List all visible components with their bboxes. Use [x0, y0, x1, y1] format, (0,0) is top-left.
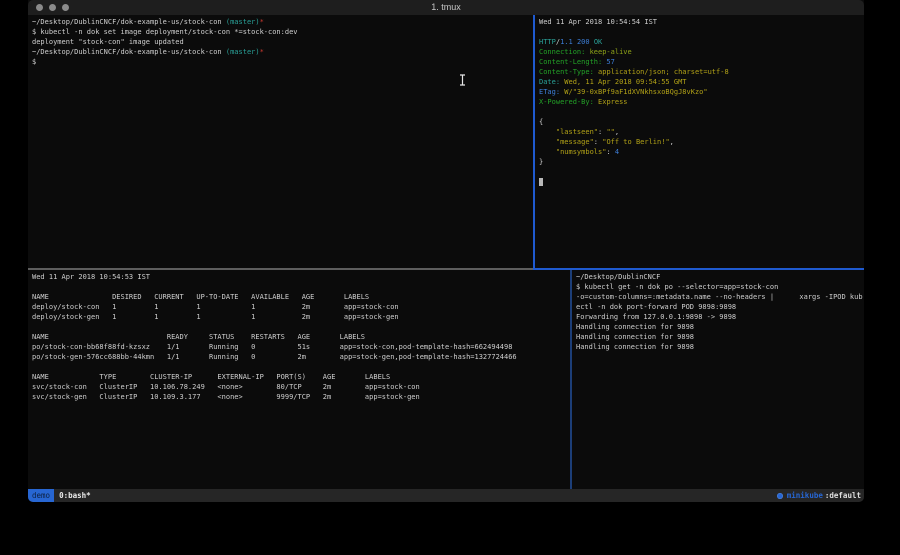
- pane-shell-top-left[interactable]: ~/Desktop/DublinCNCF/dok-example-us/stoc…: [28, 15, 533, 268]
- kubernetes-helm-icon: [777, 493, 783, 499]
- pane-port-forward[interactable]: ~/Desktop/DublinCNCF$ kubectl get -n dok…: [572, 270, 864, 489]
- terminal-window: 1. tmux ~/Desktop/DublinCNCF/dok-example…: [28, 0, 864, 502]
- pane-kubectl-resources[interactable]: Wed 11 Apr 2018 10:54:53 ISTNAME DESIRED…: [28, 270, 570, 489]
- pane-http-response[interactable]: Wed 11 Apr 2018 10:54:54 ISTHTTP/1.1 200…: [535, 15, 864, 268]
- mouse-ibeam-cursor: [458, 74, 467, 86]
- kube-namespace-label: :default: [825, 491, 861, 500]
- window-titlebar[interactable]: 1. tmux: [28, 0, 864, 15]
- kube-context-label: minikube: [787, 491, 823, 500]
- tmux-window-item[interactable]: 0:bash*: [59, 491, 91, 500]
- tmux-status-bar: demo 0:bash* minikube:default: [28, 489, 864, 502]
- tmux-session-name[interactable]: demo: [28, 489, 54, 502]
- tmux-status-right: minikube:default: [777, 491, 864, 500]
- desktop: 1. tmux ~/Desktop/DublinCNCF/dok-example…: [0, 0, 900, 555]
- window-title: 1. tmux: [28, 0, 864, 15]
